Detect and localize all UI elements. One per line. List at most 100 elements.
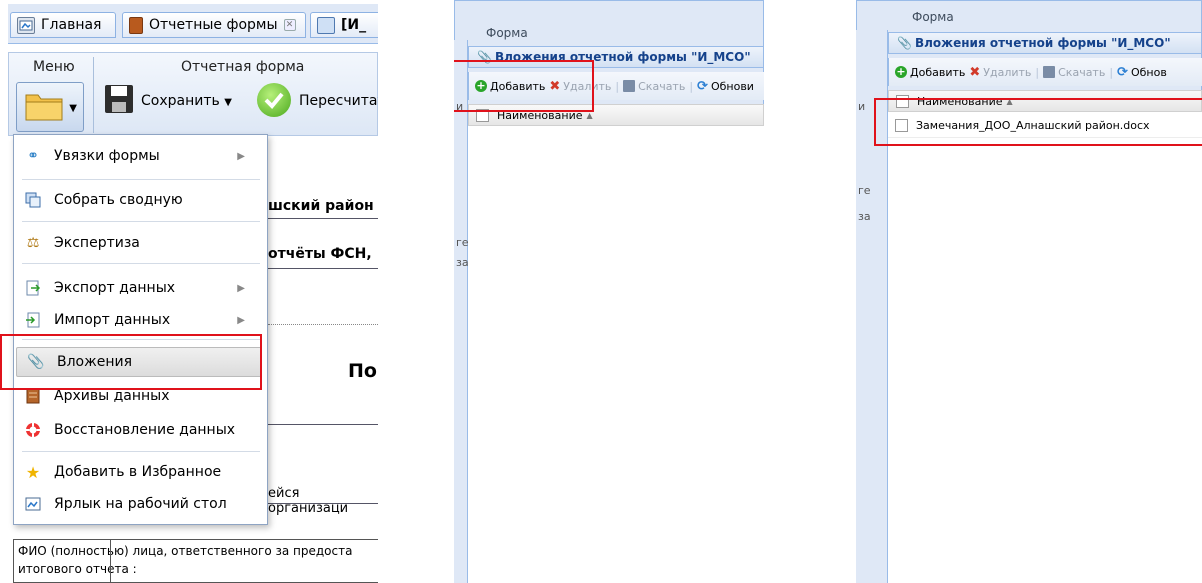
tab-report-forms[interactable]: Отчетные формы ✕ (122, 12, 306, 38)
menu-item-label: Вложения (57, 354, 133, 370)
window-title: 📎 Вложения отчетной формы "И_МСО" (468, 46, 764, 68)
grid-body: Замечания_ДОО_Алнашский район.docx (888, 112, 1202, 583)
chevron-right-icon: ▶ (237, 314, 245, 326)
tab-form-label: [И_ (341, 17, 367, 33)
menu-item-label: Экспорт данных (54, 280, 176, 296)
folder-icon (25, 91, 63, 121)
window-title-text: Вложения отчетной формы "И_МСО" (915, 36, 1171, 50)
add-label: Добавить (490, 79, 546, 93)
add-button[interactable]: + Добавить (895, 66, 965, 79)
menu-item-label: Восстановление данных (54, 422, 236, 438)
star-icon: ★ (25, 462, 41, 482)
attachments-window-with-file: Форма и ге за 📎 Вложения отчетной формы … (856, 0, 1202, 583)
menu-button[interactable]: ▼ (16, 82, 84, 132)
fio-field: ФИО (полностью) лица, ответственного за … (13, 539, 378, 583)
menu-item-add-favorites[interactable]: ★ Добавить в Избранное (14, 457, 267, 487)
grid-body (468, 126, 764, 583)
copy-icon (24, 191, 42, 209)
recalculate-button[interactable]: Пересчитат (299, 93, 378, 109)
window-title: 📎 Вложения отчетной формы "И_МСО" (888, 32, 1202, 54)
menu-item-label: Добавить в Избранное (54, 464, 222, 480)
tab-report-forms-label: Отчетные формы (149, 17, 278, 33)
menu-item-data-archives[interactable]: Архивы данных (14, 381, 267, 411)
file-name[interactable]: Замечания_ДОО_Алнашский район.docx (916, 119, 1150, 132)
report-form-window: Главная Отчетные формы ✕ [И_ Меню Отчетн… (0, 0, 378, 583)
refresh-button[interactable]: ⟳ Обнови (697, 79, 754, 94)
refresh-label: Обнови (710, 79, 754, 93)
attachments-window-empty: Форма и ге за 📎 Вложения отчетной формы … (454, 0, 764, 583)
menu-item-import-data[interactable]: Импорт данных ▶ (14, 305, 267, 335)
fio-label-line2: итогового отчета : (18, 562, 137, 576)
report-group-title: Отчетная форма (181, 59, 305, 75)
table-row[interactable]: Замечания_ДОО_Алнашский район.docx (888, 114, 1202, 138)
add-button[interactable]: + Добавить (475, 80, 545, 93)
menu-item-desktop-shortcut[interactable]: Ярлык на рабочий стол (14, 489, 267, 519)
menu-separator (22, 179, 260, 180)
row-checkbox[interactable] (895, 119, 908, 132)
tab-home-label: Главная (41, 17, 102, 33)
table-icon (317, 16, 335, 34)
document-heading: По (348, 360, 377, 382)
download-button[interactable]: Скачать (1043, 66, 1105, 79)
chevron-down-icon: ▼ (224, 97, 232, 108)
select-all-checkbox[interactable] (896, 94, 909, 108)
divider (110, 540, 111, 583)
refresh-icon: ⟳ (1117, 64, 1128, 80)
menu-item-data-recovery[interactable]: Восстановление данных (14, 415, 267, 445)
column-header-name[interactable]: Наименование (497, 109, 582, 122)
grid-header: Наименование ▲ (888, 90, 1202, 112)
grid-header: Наименование ▲ (468, 104, 764, 126)
organization-text: ейся организаци (268, 486, 349, 516)
ribbon-separator (93, 57, 94, 133)
menu-item-expertise[interactable]: ⚖ Экспертиза (14, 228, 267, 258)
tab-form[interactable]: [И_ (310, 12, 378, 38)
delete-icon: ✖ (549, 78, 561, 94)
save-label: Сохранить (141, 93, 220, 109)
download-label: Скачать (1058, 65, 1106, 79)
delete-button[interactable]: ✖ Удалить (969, 65, 1031, 80)
menu-separator (22, 451, 260, 452)
menu-separator (22, 263, 260, 264)
scales-icon: ⚖ (26, 235, 40, 251)
add-icon: + (895, 65, 907, 78)
delete-label: Удалить (983, 65, 1032, 79)
divider (268, 503, 378, 504)
menu-item-form-links[interactable]: ⚭ Увязки формы ▶ (14, 141, 267, 171)
refresh-icon: ⟳ (697, 78, 708, 94)
left-strip: и ге за (856, 30, 888, 583)
menu-item-attachments[interactable]: 📎 Вложения (16, 347, 262, 377)
toolbar: + Добавить ✖ Удалить | Скачать | ⟳ Обнови (468, 72, 764, 100)
sort-asc-icon: ▲ (586, 110, 593, 120)
delete-button[interactable]: ✖ Удалить (549, 79, 611, 94)
menu-item-export-data[interactable]: Экспорт данных ▶ (14, 273, 267, 303)
column-header-name[interactable]: Наименование (917, 95, 1002, 108)
download-button[interactable]: Скачать (623, 80, 685, 93)
lifebuoy-icon (24, 421, 42, 439)
menu-separator (22, 221, 260, 222)
close-icon[interactable]: ✕ (283, 19, 296, 31)
menu-item-label: Архивы данных (54, 388, 170, 404)
archive-icon (24, 387, 42, 405)
check-icon (257, 83, 291, 117)
home-icon (17, 16, 35, 34)
paperclip-icon: 📎 (27, 354, 45, 370)
toolbar-separator: | (689, 79, 694, 93)
refresh-button[interactable]: ⟳ Обнов (1117, 65, 1167, 80)
divider (268, 268, 378, 269)
tab-home[interactable]: Главная (10, 12, 116, 38)
save-button[interactable]: Сохранить ▼ (141, 93, 232, 109)
form-label: Форма (912, 10, 954, 24)
reports-text: отчёты ФСН, (268, 246, 372, 262)
export-icon (24, 279, 42, 297)
menu-item-label: Увязки формы (54, 148, 160, 164)
chevron-down-icon: ▼ (69, 103, 77, 114)
select-all-checkbox[interactable] (476, 108, 489, 122)
floppy-icon (103, 83, 135, 115)
delete-icon: ✖ (969, 64, 981, 80)
add-label: Добавить (910, 65, 966, 79)
menu-item-collect-summary[interactable]: Собрать сводную (14, 185, 267, 215)
download-icon (623, 80, 636, 92)
divider (268, 218, 378, 219)
divider (268, 424, 378, 425)
toolbar-separator: | (615, 79, 620, 93)
